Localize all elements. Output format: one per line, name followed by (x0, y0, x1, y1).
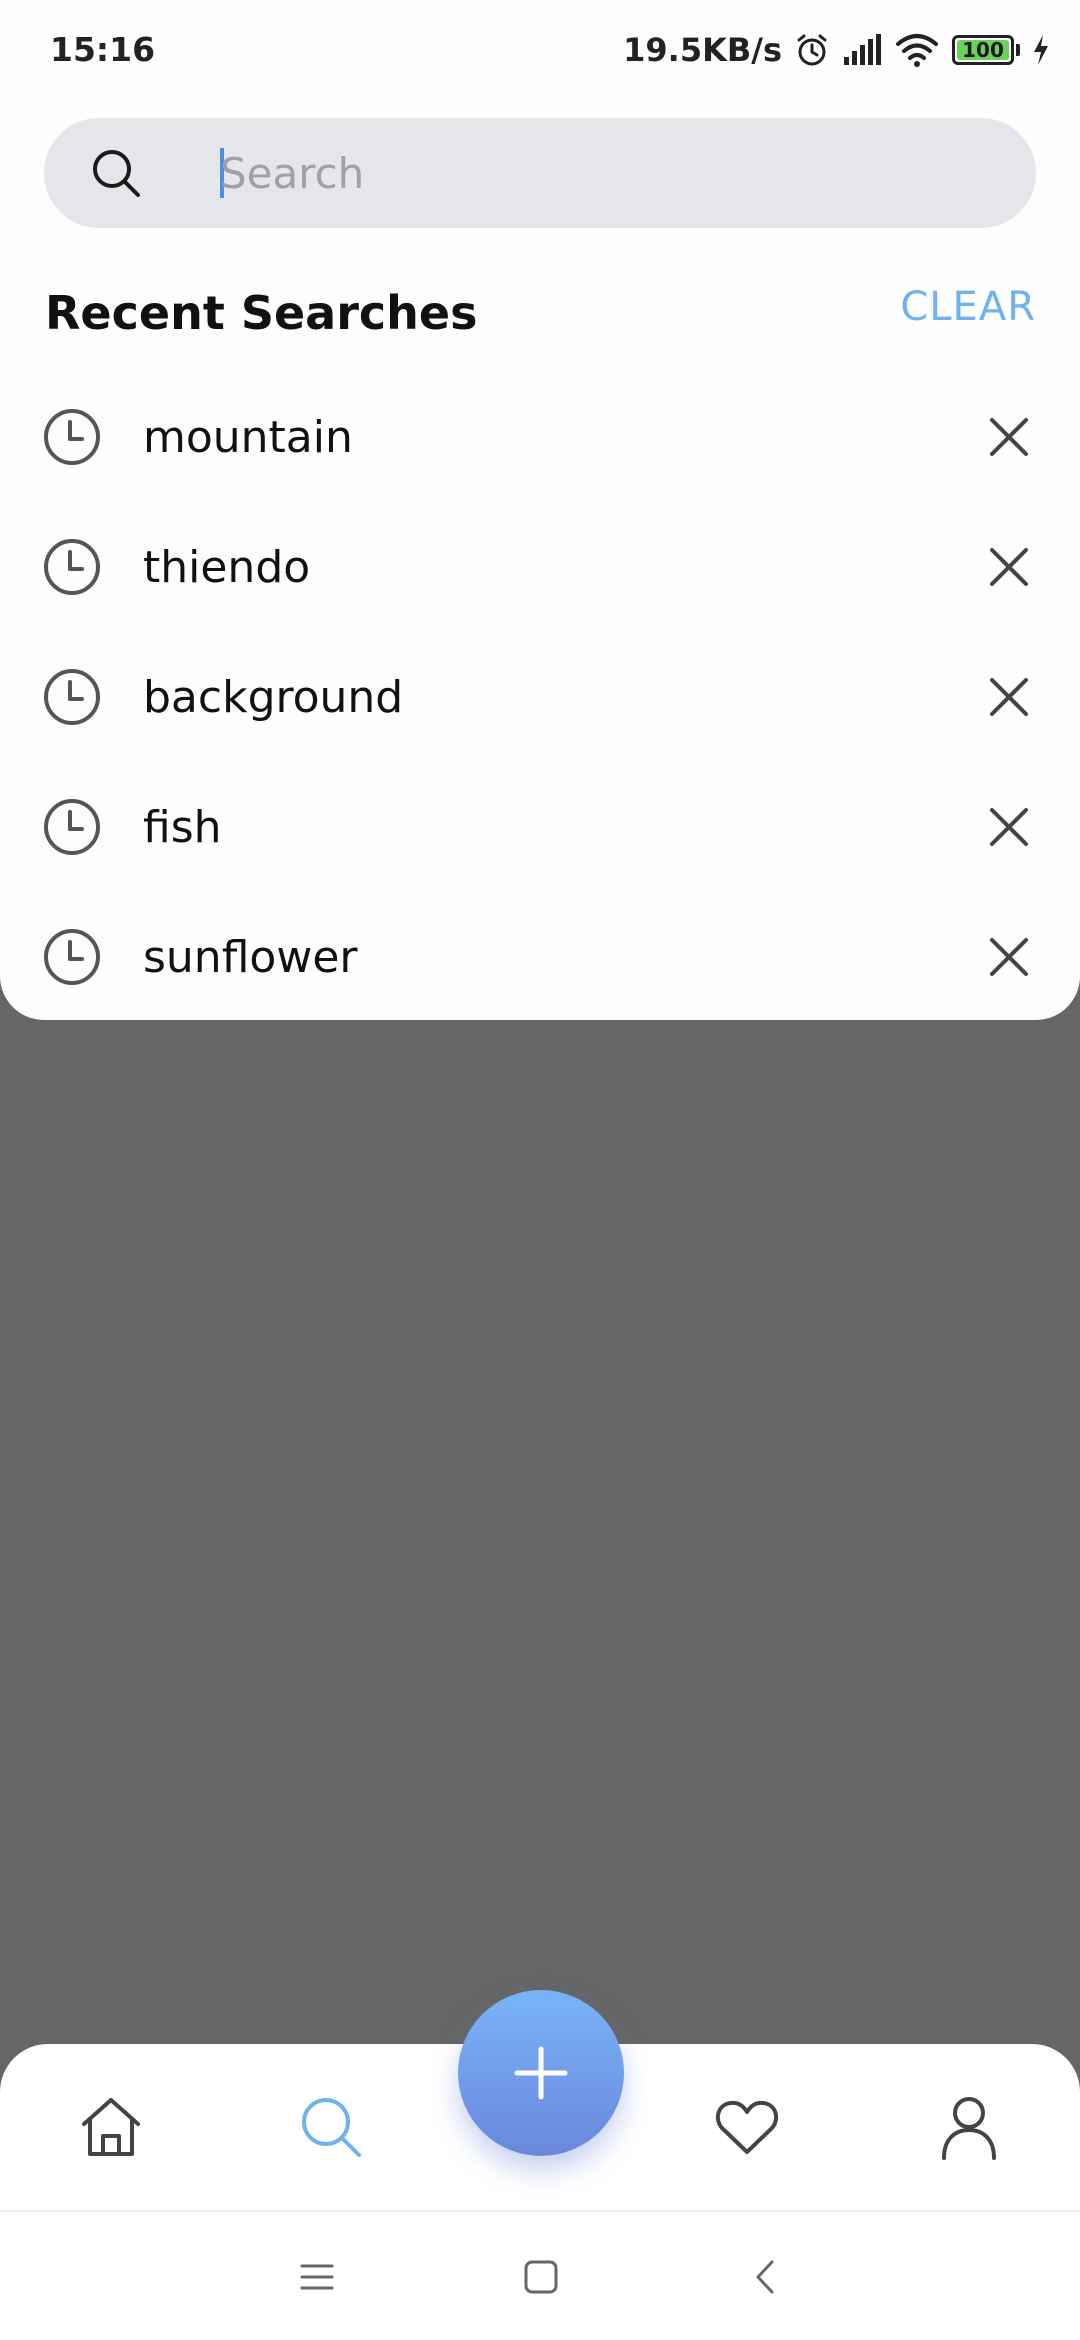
status-icons: 19.5KB/s 100 (623, 28, 1050, 72)
recent-item-thiendo[interactable]: thiendo (0, 502, 1080, 632)
system-navigation-bar (0, 2210, 1080, 2340)
recent-searches-list: mountain thiendo background fish sunflow… (0, 372, 1080, 1022)
remove-icon[interactable] (984, 932, 1034, 982)
history-clock-icon (44, 669, 100, 725)
profile-icon[interactable] (934, 2092, 1004, 2162)
remove-icon[interactable] (984, 672, 1034, 722)
remove-icon[interactable] (984, 542, 1034, 592)
history-clock-icon (44, 409, 100, 465)
clear-button[interactable]: CLEAR (900, 284, 1036, 330)
add-button[interactable] (458, 1990, 624, 2156)
search-icon (93, 150, 140, 197)
search-input[interactable] (220, 138, 980, 208)
nav-search-icon[interactable] (296, 2092, 366, 2162)
signal-icon (844, 34, 881, 65)
status-bar: 15:16 19.5KB/s 100 (0, 0, 1080, 100)
history-clock-icon (44, 539, 100, 595)
recent-item-sunflower[interactable]: sunflower (0, 892, 1080, 1022)
home-square-icon[interactable] (518, 2254, 564, 2300)
recent-item-background[interactable]: background (0, 632, 1080, 762)
search-bar[interactable] (44, 118, 1036, 228)
status-time: 15:16 (50, 30, 156, 69)
remove-icon[interactable] (984, 412, 1034, 462)
heart-icon[interactable] (712, 2092, 782, 2162)
remove-icon[interactable] (984, 802, 1034, 852)
recent-item-mountain[interactable]: mountain (0, 372, 1080, 502)
network-speed: 19.5KB/s (623, 31, 782, 69)
recent-item-label: sunflower (143, 932, 358, 983)
charging-icon (1034, 35, 1048, 65)
battery-level: 100 (962, 38, 1004, 62)
back-icon[interactable] (744, 2254, 790, 2300)
battery-icon: 100 (952, 35, 1014, 65)
alarm-icon (797, 34, 827, 66)
menu-icon[interactable] (294, 2254, 340, 2300)
recent-item-label: thiendo (143, 542, 311, 593)
wifi-icon (896, 34, 938, 67)
recent-item-label: fish (143, 802, 222, 853)
add-icon (514, 2046, 568, 2100)
recent-item-label: background (143, 672, 404, 723)
recent-searches-title: Recent Searches (45, 286, 478, 340)
history-clock-icon (44, 799, 100, 855)
recent-searches-sheet: 15:16 19.5KB/s 100 Search Recent Searche… (0, 0, 1080, 1020)
recent-item-label: mountain (143, 412, 353, 463)
history-clock-icon (44, 929, 100, 985)
home-icon[interactable] (76, 2092, 146, 2162)
recent-item-fish[interactable]: fish (0, 762, 1080, 892)
